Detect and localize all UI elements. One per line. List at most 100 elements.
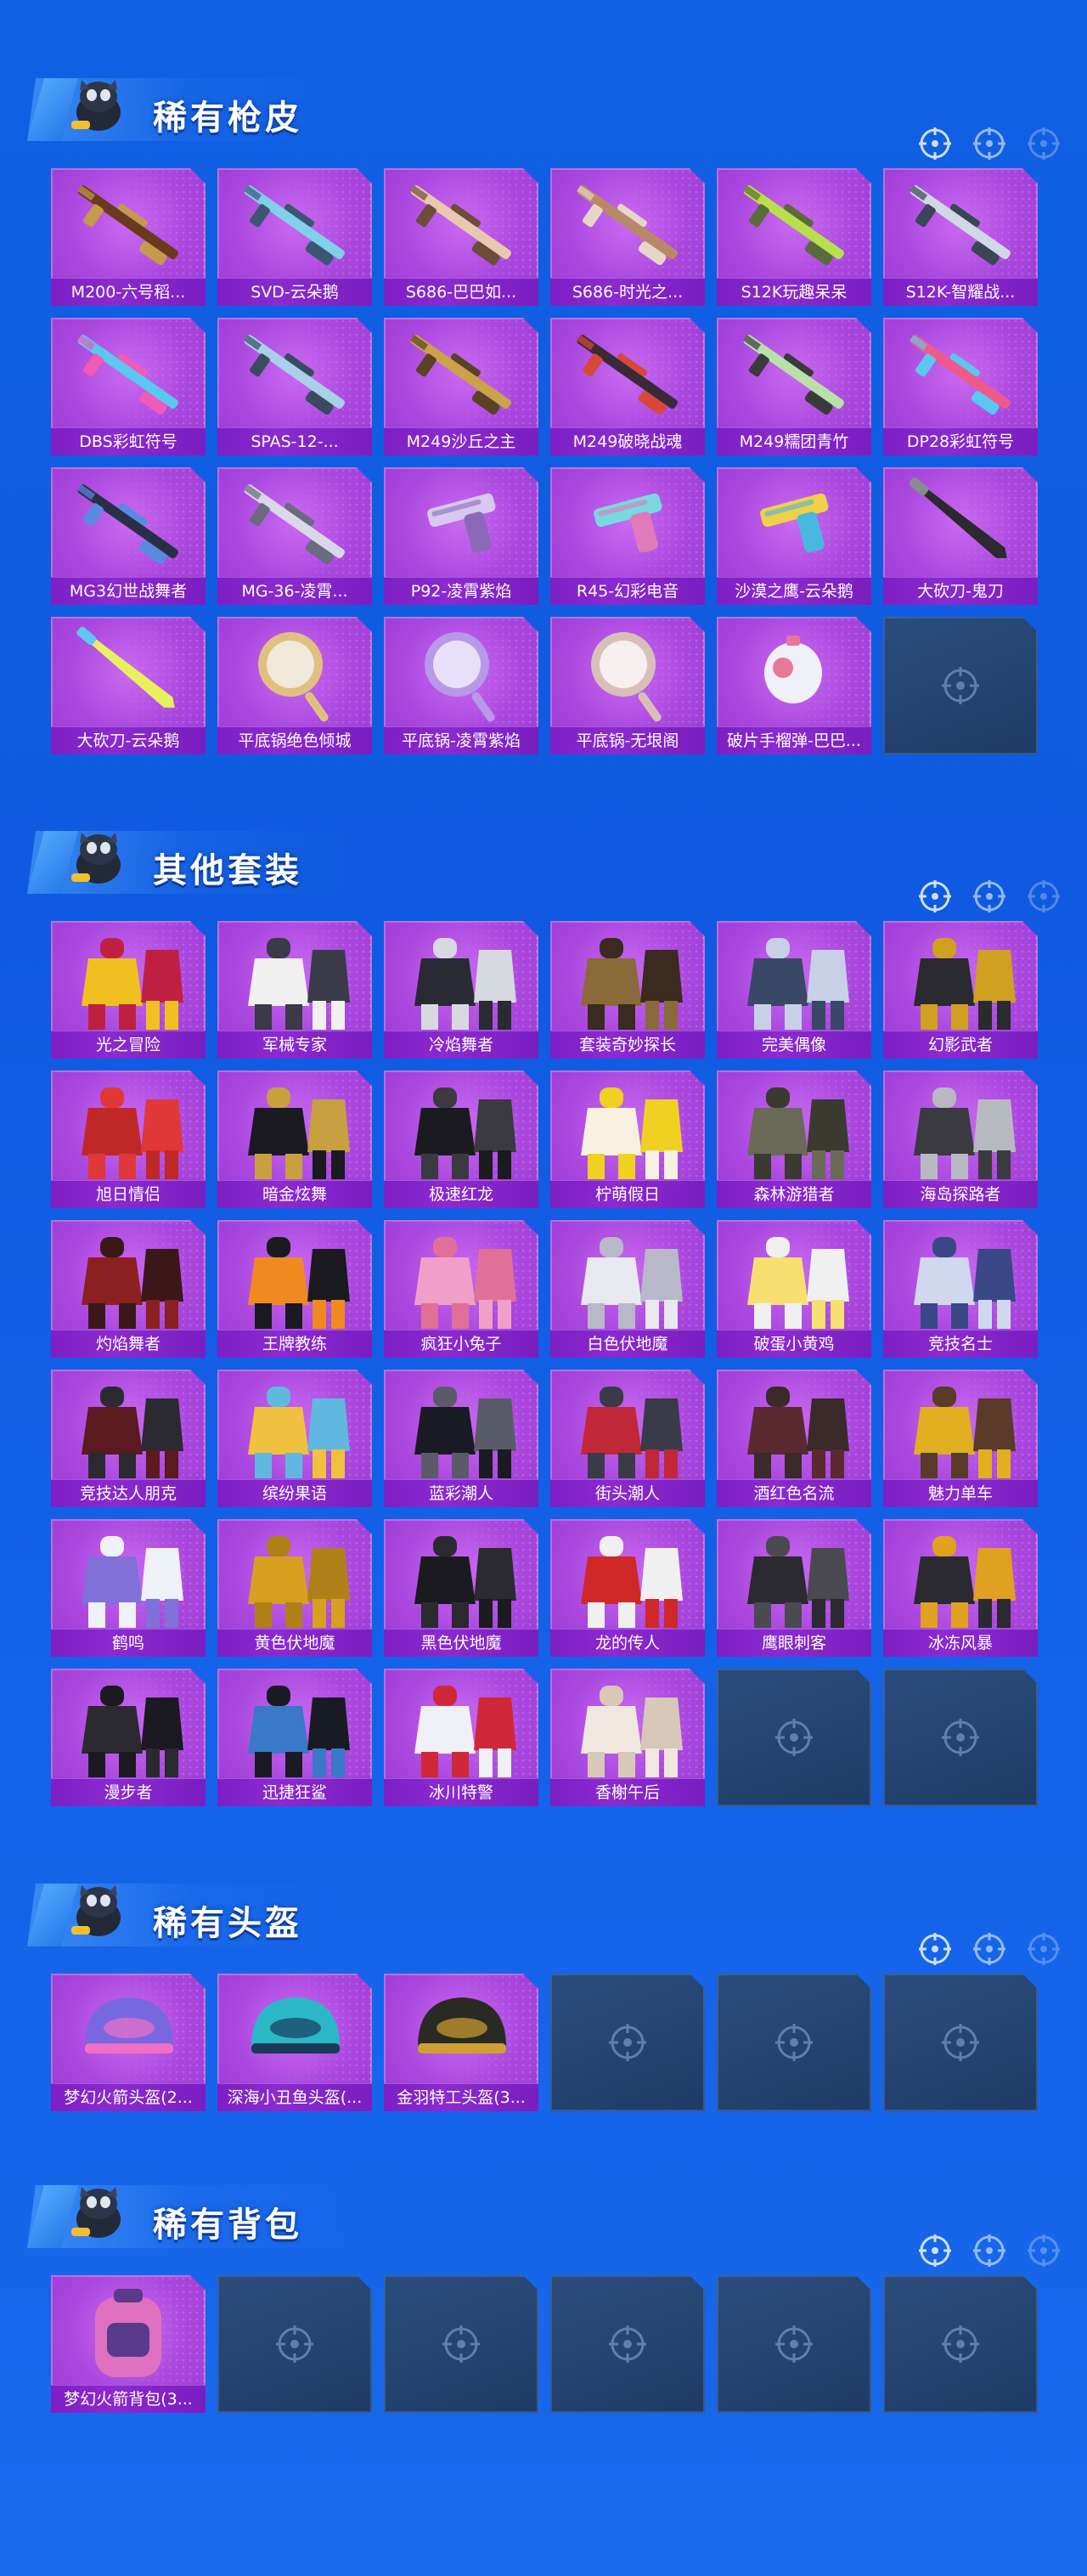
item-card[interactable]: 海岛探路者 (883, 1071, 1038, 1208)
item-label: DBS彩虹符号 (51, 427, 206, 455)
item-card[interactable]: 套装奇妙探长 (550, 921, 705, 1059)
item-label: 暗金炫舞 (217, 1180, 372, 1208)
item-card[interactable]: 破片手榴弹-巴巴... (717, 617, 871, 754)
item-card[interactable]: 魅力单车 (883, 1370, 1038, 1507)
outfit-icon (248, 1087, 350, 1179)
item-label: M249糯团青竹 (717, 427, 871, 455)
item-card[interactable]: 街头潮人 (550, 1370, 705, 1507)
item-card[interactable]: 竞技达人朋克 (51, 1370, 206, 1507)
item-card[interactable]: 平底锅-凌霄紫焰 (384, 617, 538, 754)
item-card[interactable]: S12K-智耀战... (883, 168, 1038, 306)
outfit-icon (747, 1536, 849, 1628)
empty-slot[interactable] (550, 1974, 705, 2111)
crosshair-icon (973, 1933, 1005, 1965)
section-title: 稀有头盔 (153, 1904, 302, 1943)
item-card[interactable]: 极速红龙 (384, 1071, 538, 1208)
crosshair-icon (1028, 127, 1060, 160)
item-card[interactable]: 鹤鸣 (51, 1519, 206, 1657)
item-card[interactable]: DBS彩虹符号 (51, 318, 206, 455)
empty-slot[interactable] (384, 2275, 538, 2413)
item-card[interactable]: 大砍刀-鬼刀 (883, 467, 1038, 605)
item-card[interactable]: 王牌教练 (217, 1220, 372, 1358)
crosshair-icon (942, 2024, 979, 2061)
item-card[interactable]: 香榭午后 (550, 1669, 705, 1806)
item-card[interactable]: 大砍刀-云朵鹅 (51, 617, 206, 754)
empty-slot[interactable] (717, 2275, 871, 2413)
item-card[interactable]: 森林游猎者 (717, 1071, 871, 1208)
item-card[interactable]: 军械专家 (217, 921, 372, 1059)
item-card[interactable]: SPAS-12-... (217, 318, 372, 455)
item-card[interactable]: 黄色伏地魔 (217, 1519, 372, 1657)
item-card[interactable]: 冷焰舞者 (384, 921, 538, 1059)
item-label: 平底锅-凌霄紫焰 (384, 726, 538, 754)
section-title: 稀有枪皮 (153, 99, 302, 138)
item-card[interactable]: 深海小丑鱼头盔(... (217, 1974, 372, 2111)
item-card[interactable]: M249破晓战魂 (550, 318, 705, 455)
item-card[interactable]: 龙的传人 (550, 1519, 705, 1657)
item-card[interactable]: S12K玩趣呆呆 (717, 168, 871, 306)
pistol-icon (594, 493, 662, 553)
rifle-icon (910, 185, 1011, 265)
item-card[interactable]: 漫步者 (51, 1669, 206, 1806)
crosshair-decor (917, 2233, 1062, 2268)
item-card[interactable]: 旭日情侣 (51, 1071, 206, 1208)
crosshair-decor (917, 1931, 1062, 1967)
item-card[interactable]: 光之冒险 (51, 921, 206, 1059)
empty-slot[interactable] (717, 1669, 871, 1806)
item-card[interactable]: 酒红色名流 (717, 1370, 871, 1507)
rifle-icon (743, 185, 844, 265)
outfit-icon (248, 938, 350, 1030)
item-card[interactable]: 梦幻火箭头盔(2... (51, 1974, 206, 2111)
pan-icon (425, 632, 495, 722)
crosshair-icon (919, 2234, 951, 2267)
outfit-icon (747, 938, 849, 1030)
rifle-icon (244, 484, 345, 564)
item-card[interactable]: 鹰眼刺客 (717, 1519, 871, 1657)
item-card[interactable]: 白色伏地魔 (550, 1220, 705, 1358)
outfit-icon (82, 1536, 183, 1628)
item-card[interactable]: P92-凌霄紫焰 (384, 467, 538, 605)
item-card[interactable]: 蓝彩潮人 (384, 1370, 538, 1507)
item-card[interactable]: 梦幻火箭背包(3... (51, 2275, 206, 2413)
item-card[interactable]: 竞技名士 (883, 1220, 1038, 1358)
item-card[interactable]: 黑色伏地魔 (384, 1519, 538, 1657)
item-card[interactable]: 冰冻风暴 (883, 1519, 1038, 1657)
item-card[interactable]: SVD-云朵鹅 (217, 168, 372, 306)
item-card[interactable]: 冰川特警 (384, 1669, 538, 1806)
item-card[interactable]: MG-36-凌霄... (217, 467, 372, 605)
item-card[interactable]: 暗金炫舞 (217, 1071, 372, 1208)
item-label: 鹤鸣 (51, 1629, 206, 1657)
empty-slot[interactable] (883, 1974, 1038, 2111)
item-label: 魅力单车 (883, 1479, 1038, 1507)
item-card[interactable]: 幻影武者 (883, 921, 1038, 1059)
empty-slot[interactable] (883, 2275, 1038, 2413)
item-card[interactable]: 缤纷果语 (217, 1370, 372, 1507)
item-card[interactable]: 沙漠之鹰-云朵鹅 (717, 467, 871, 605)
item-card[interactable]: MG3幻世战舞者 (51, 467, 206, 605)
empty-slot[interactable] (217, 2275, 372, 2413)
item-card[interactable]: R45-幻彩电音 (550, 467, 705, 605)
crosshair-icon (942, 667, 979, 704)
item-card[interactable]: 疯狂小兔子 (384, 1220, 538, 1358)
item-card[interactable]: 平底锅-无垠阁 (550, 617, 705, 754)
empty-slot[interactable] (883, 617, 1038, 754)
item-card[interactable]: 迅捷狂鲨 (217, 1669, 372, 1806)
item-card[interactable]: 灼焰舞者 (51, 1220, 206, 1358)
empty-slot[interactable] (717, 1974, 871, 2111)
item-card[interactable]: 平底锅绝色倾城 (217, 617, 372, 754)
item-card[interactable]: S686-时光之... (550, 168, 705, 306)
item-label: 沙漠之鹰-云朵鹅 (717, 577, 871, 605)
item-card[interactable]: M249糯团青竹 (717, 318, 871, 455)
outfit-icon (248, 1387, 350, 1478)
item-card[interactable]: 柠萌假日 (550, 1071, 705, 1208)
item-card[interactable]: M200-六号稻... (51, 168, 206, 306)
item-card[interactable]: 破蛋小黄鸡 (717, 1220, 871, 1358)
section-header: 稀有背包 (0, 2151, 1087, 2267)
empty-slot[interactable] (550, 2275, 705, 2413)
item-card[interactable]: S686-巴巴如... (384, 168, 538, 306)
item-card[interactable]: 金羽特工头盔(3... (384, 1974, 538, 2111)
item-card[interactable]: 完美偶像 (717, 921, 871, 1059)
item-card[interactable]: M249沙丘之主 (384, 318, 538, 455)
empty-slot[interactable] (883, 1669, 1038, 1806)
item-card[interactable]: DP28彩虹符号 (883, 318, 1038, 455)
